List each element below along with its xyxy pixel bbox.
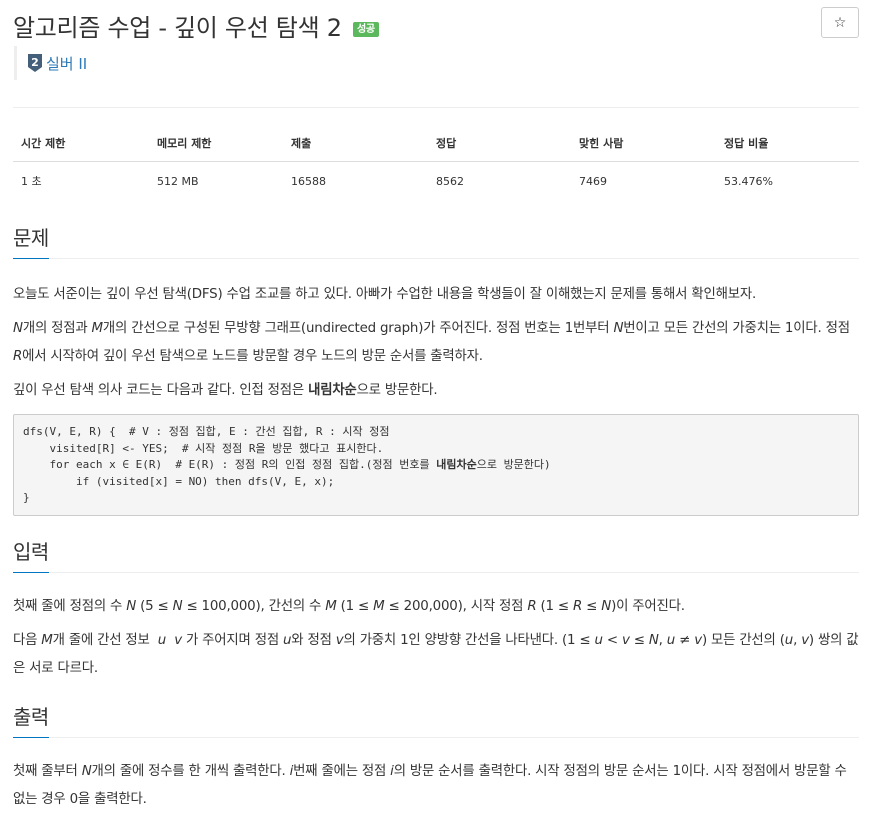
tier-number: 2 xyxy=(31,56,39,69)
problem-paragraph-1: 오늘도 서준이는 깊이 우선 탐색(DFS) 수업 조교를 하고 있다. 아빠가… xyxy=(13,287,757,302)
title-row: 알고리즘 수업 - 깊이 우선 탐색 2 성공 ☆ xyxy=(13,0,859,46)
tier-badge-icon: 2 xyxy=(28,54,42,72)
problem-page: 알고리즘 수업 - 깊이 우선 탐색 2 성공 ☆ 2 실버 II 시간 제한 … xyxy=(13,0,859,814)
header-accept-ratio: 정답 비율 xyxy=(716,127,859,162)
tier-info: 2 실버 II xyxy=(14,46,859,80)
pseudo-code-block: dfs(V, E, R) { # V : 정점 집합, E : 간선 집합, R… xyxy=(13,414,859,516)
input-description: 첫째 줄에 정점의 수 N (5 ≤ N ≤ 100,000), 간선의 수 M… xyxy=(13,593,859,683)
code-line-5: } xyxy=(23,491,30,504)
header-submissions: 제출 xyxy=(283,127,428,162)
value-accept-ratio: 53.476% xyxy=(724,174,773,188)
input-paragraph-1: 첫째 줄에 정점의 수 N (5 ≤ N ≤ 100,000), 간선의 수 M… xyxy=(13,599,685,614)
problem-heading: 문제 xyxy=(13,222,49,259)
problem-paragraph-2: N개의 정점과 M개의 간선으로 구성된 무방향 그래프(undirected … xyxy=(13,321,850,364)
value-accepted: 8562 xyxy=(436,174,464,188)
section-divider xyxy=(13,258,859,259)
output-paragraph-1: 첫째 줄부터 N개의 줄에 정수를 한 개씩 출력한다. i번째 줄에는 정점 … xyxy=(13,764,847,807)
input-heading: 입력 xyxy=(13,536,49,573)
code-line-2: visited[R] <- YES; # 시작 정점 R을 방문 했다고 표시한… xyxy=(23,441,384,455)
problem-title-text: 알고리즘 수업 - 깊이 우선 탐색 2 xyxy=(13,14,342,42)
problem-title: 알고리즘 수업 - 깊이 우선 탐색 2 성공 xyxy=(13,8,379,43)
code-line-3: for each x ∈ E(R) # E(R) : 정점 R의 인접 정점 집… xyxy=(23,458,551,471)
code-line-4: if (visited[x] = NO) then dfs(V, E, x); xyxy=(23,474,335,488)
output-heading: 출력 xyxy=(13,701,49,738)
output-description: 첫째 줄부터 N개의 줄에 정수를 한 개씩 출력한다. i번째 줄에는 정점 … xyxy=(13,758,859,814)
problem-description: 오늘도 서준이는 깊이 우선 탐색(DFS) 수업 조교를 하고 있다. 아빠가… xyxy=(13,281,859,516)
info-header-row: 시간 제한 메모리 제한 제출 정답 맞힌 사람 정답 비율 xyxy=(13,127,859,162)
result-badge[interactable]: 성공 xyxy=(353,22,379,37)
header-memory-limit: 메모리 제한 xyxy=(149,127,283,162)
info-value-row: 1 초 512 MB 16588 8562 7469 53.476% xyxy=(13,162,859,199)
tier-label-link[interactable]: 실버 II xyxy=(46,53,87,74)
value-memory-limit: 512 MB xyxy=(157,174,199,188)
output-section-header: 출력 xyxy=(13,701,859,738)
header-accepted: 정답 xyxy=(428,127,571,162)
section-divider xyxy=(13,572,859,573)
section-divider xyxy=(13,737,859,738)
value-time-limit: 1 초 xyxy=(21,175,42,188)
header-divider xyxy=(13,107,859,108)
input-paragraph-2: 다음 M개 줄에 간선 정보 u v 가 주어지며 정점 u와 정점 v의 가중… xyxy=(13,633,859,676)
problem-section-header: 문제 xyxy=(13,222,859,259)
problem-info-table: 시간 제한 메모리 제한 제출 정답 맞힌 사람 정답 비율 1 초 512 M… xyxy=(13,127,859,198)
star-icon: ☆ xyxy=(833,14,847,31)
favorite-star-button[interactable]: ☆ xyxy=(821,7,859,38)
value-submissions[interactable]: 16588 xyxy=(283,162,428,199)
header-solved-users: 맞힌 사람 xyxy=(571,127,716,162)
input-section-header: 입력 xyxy=(13,536,859,573)
code-line-1: dfs(V, E, R) { # V : 정점 집합, E : 간선 집합, R… xyxy=(23,425,390,438)
header-time-limit: 시간 제한 xyxy=(13,127,149,162)
problem-paragraph-3: 깊이 우선 탐색 의사 코드는 다음과 같다. 인접 정점은 내림차순으로 방문… xyxy=(13,383,438,398)
value-solved-users: 7469 xyxy=(579,174,607,188)
